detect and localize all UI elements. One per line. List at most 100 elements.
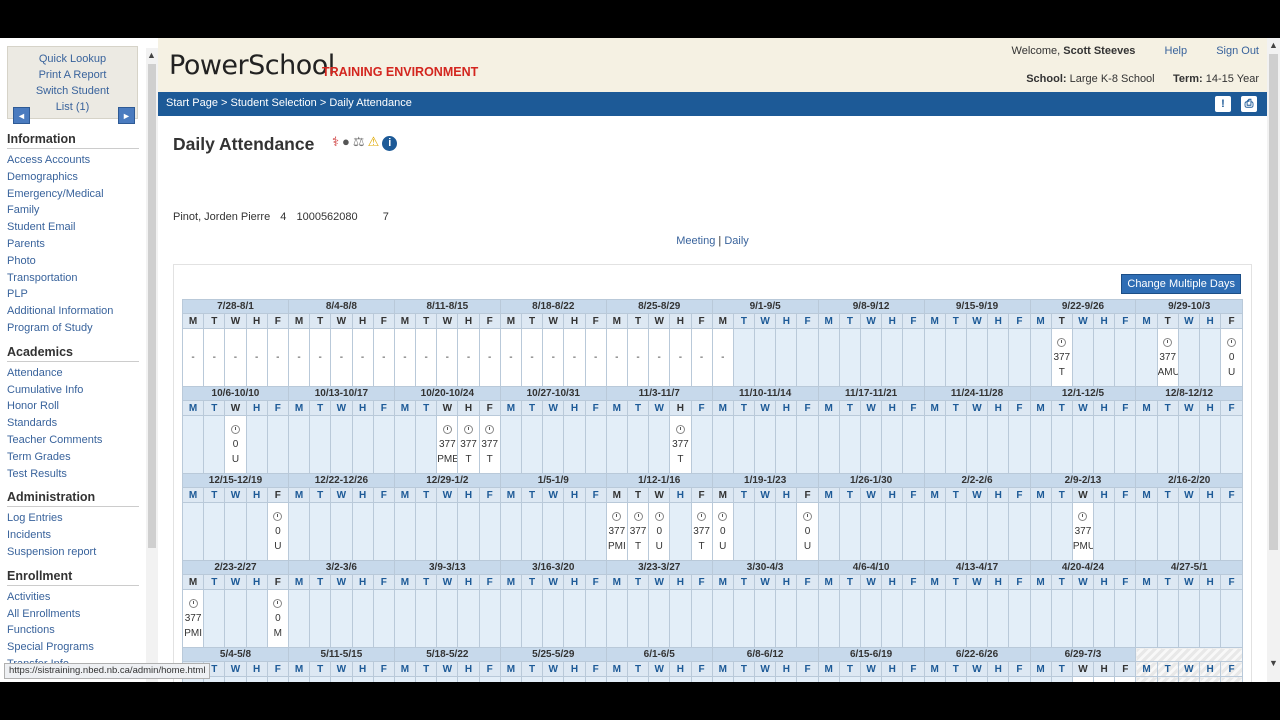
attendance-day-cell[interactable] <box>859 589 883 648</box>
attendance-day-cell[interactable] <box>923 589 946 648</box>
attendance-day-cell[interactable] <box>923 415 946 474</box>
attendance-day-cell[interactable]: - <box>224 328 247 387</box>
sidebar-scrollbar[interactable]: ▲ <box>146 48 158 682</box>
attendance-day-cell[interactable] <box>203 589 226 648</box>
sidebar-link[interactable]: Test Results <box>7 466 139 483</box>
attendance-day-cell[interactable]: - <box>372 328 395 387</box>
attendance-day-cell[interactable] <box>796 328 819 387</box>
attendance-day-cell[interactable] <box>1114 328 1137 387</box>
attendance-day-cell[interactable] <box>690 415 713 474</box>
guardian-icon[interactable]: ● <box>342 134 350 149</box>
attendance-day-cell[interactable] <box>563 589 586 648</box>
scroll-up-icon[interactable]: ▲ <box>147 50 156 60</box>
attendance-day-cell[interactable] <box>881 676 904 682</box>
attendance-day-cell[interactable] <box>1093 415 1116 474</box>
attendance-day-cell[interactable] <box>923 328 946 387</box>
attendance-day-cell[interactable]: - <box>436 328 459 387</box>
attendance-day-cell[interactable] <box>965 328 989 387</box>
attendance-day-cell[interactable] <box>1135 676 1158 682</box>
attendance-day-cell[interactable]: - <box>266 328 289 387</box>
attendance-day-cell[interactable] <box>393 415 417 474</box>
attendance-day-cell[interactable] <box>1156 415 1179 474</box>
attendance-day-cell[interactable] <box>499 502 523 561</box>
attendance-day-cell[interactable]: - <box>520 328 544 387</box>
sidebar-scroll-thumb[interactable] <box>148 64 156 548</box>
attendance-day-cell[interactable] <box>817 502 840 561</box>
sidebar-link[interactable]: Program of Study <box>7 320 139 337</box>
attendance-day-cell[interactable] <box>987 589 1010 648</box>
attendance-day-cell[interactable] <box>605 676 628 682</box>
attendance-day-cell[interactable] <box>902 415 925 474</box>
attendance-day-cell[interactable] <box>1198 415 1222 474</box>
attendance-day-cell[interactable] <box>859 415 883 474</box>
sidebar-link[interactable]: Cumulative Info <box>7 382 139 399</box>
attendance-day-cell[interactable] <box>817 415 840 474</box>
quick-lookup-link[interactable]: Quick Lookup <box>8 51 137 67</box>
attendance-day-cell[interactable] <box>944 589 967 648</box>
attendance-day-cell[interactable]: - <box>415 328 438 387</box>
attendance-day-cell[interactable] <box>859 502 883 561</box>
sidebar-link[interactable]: Honor Roll <box>7 398 139 415</box>
attendance-day-cell[interactable] <box>1008 589 1031 648</box>
attendance-day-cell[interactable] <box>902 328 925 387</box>
attendance-day-cell[interactable] <box>457 676 480 682</box>
attendance-day-cell[interactable]: - <box>648 328 671 387</box>
attendance-day-cell[interactable] <box>690 676 713 682</box>
next-student-icon[interactable]: ► <box>118 107 135 124</box>
attendance-day-cell[interactable] <box>372 676 395 682</box>
attendance-day-cell[interactable] <box>245 676 268 682</box>
attendance-day-cell[interactable] <box>372 502 395 561</box>
attendance-day-cell[interactable] <box>1177 589 1201 648</box>
attendance-day-cell[interactable] <box>648 676 671 682</box>
attendance-day-cell[interactable]: - <box>499 328 523 387</box>
attendance-day-cell[interactable] <box>584 502 607 561</box>
attendance-day-cell[interactable] <box>330 676 353 682</box>
sign-out-link[interactable]: Sign Out <box>1216 45 1259 57</box>
attendance-day-cell[interactable] <box>1050 415 1073 474</box>
attendance-day-cell[interactable] <box>563 502 586 561</box>
attendance-day-cell[interactable] <box>775 415 798 474</box>
attendance-day-cell[interactable] <box>775 502 798 561</box>
attendance-day-cell[interactable] <box>626 589 650 648</box>
attendance-day-cell[interactable] <box>478 502 501 561</box>
attendance-day-cell[interactable]: 377 T <box>669 415 692 474</box>
attendance-day-cell[interactable] <box>499 676 523 682</box>
attendance-day-cell[interactable] <box>1135 589 1158 648</box>
attendance-day-cell[interactable] <box>309 589 332 648</box>
attendance-day-cell[interactable] <box>1220 589 1243 648</box>
attendance-day-cell[interactable]: 0M <box>266 589 289 648</box>
attendance-day-cell[interactable] <box>1071 328 1095 387</box>
attendance-day-cell[interactable] <box>393 676 417 682</box>
attendance-day-cell[interactable] <box>436 589 459 648</box>
attendance-day-cell[interactable] <box>754 589 777 648</box>
attendance-day-cell[interactable] <box>838 589 862 648</box>
attendance-day-cell[interactable] <box>902 502 925 561</box>
attendance-day-cell[interactable] <box>563 676 586 682</box>
sidebar-link[interactable]: Parents <box>7 236 139 253</box>
attendance-day-cell[interactable] <box>796 589 819 648</box>
attendance-day-cell[interactable]: - <box>1093 676 1116 682</box>
attendance-day-cell[interactable] <box>436 502 459 561</box>
attendance-day-cell[interactable] <box>605 415 628 474</box>
attendance-day-cell[interactable]: 377 AMU <box>1156 328 1179 387</box>
attendance-day-cell[interactable] <box>669 676 692 682</box>
attendance-day-cell[interactable] <box>775 676 798 682</box>
attendance-day-cell[interactable] <box>754 328 777 387</box>
attendance-day-cell[interactable] <box>287 415 311 474</box>
attendance-day-cell[interactable] <box>626 676 650 682</box>
attendance-day-cell[interactable] <box>245 589 268 648</box>
attendance-day-cell[interactable] <box>1008 676 1031 682</box>
attendance-day-cell[interactable] <box>520 415 544 474</box>
attendance-day-cell[interactable] <box>245 415 268 474</box>
attendance-day-cell[interactable] <box>499 589 523 648</box>
attendance-day-cell[interactable]: - <box>626 328 650 387</box>
attendance-day-cell[interactable] <box>838 502 862 561</box>
attendance-day-cell[interactable] <box>732 589 756 648</box>
attendance-day-cell[interactable] <box>1093 589 1116 648</box>
attendance-day-cell[interactable] <box>669 502 692 561</box>
attendance-day-cell[interactable] <box>711 676 734 682</box>
attendance-day-cell[interactable] <box>1135 502 1158 561</box>
attendance-day-cell[interactable] <box>923 676 946 682</box>
attendance-day-cell[interactable]: - <box>330 328 353 387</box>
warning-icon[interactable]: ⚠ <box>368 134 380 149</box>
